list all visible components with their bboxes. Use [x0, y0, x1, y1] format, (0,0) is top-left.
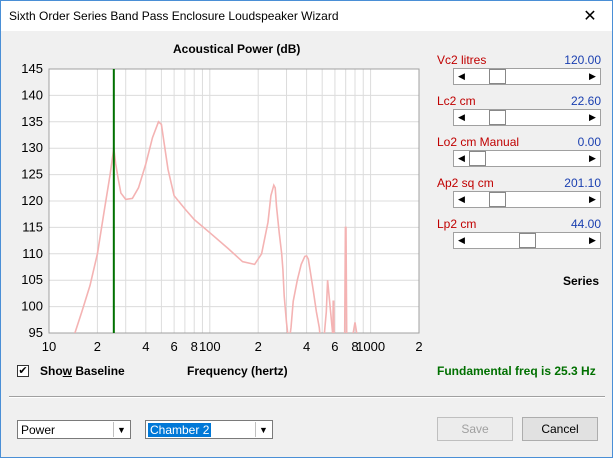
slider-value: 22.60: [570, 94, 601, 108]
chevron-down-icon[interactable]: ▼: [113, 422, 129, 437]
scroll-left-icon[interactable]: ◀: [454, 151, 469, 166]
x-tick-label: 6: [331, 339, 338, 354]
chamber-select[interactable]: Chamber 2 ▼: [145, 420, 273, 439]
x-tick-label: 2: [415, 339, 422, 354]
slider-thumb[interactable]: [518, 233, 536, 248]
x-tick-label: 2: [94, 339, 101, 354]
show-baseline-accelerator: w: [62, 364, 73, 378]
y-tick-label: 135: [21, 114, 43, 129]
slider-scrollbar[interactable]: ◀ ▶: [453, 150, 601, 167]
slider-value: 120.00: [564, 53, 601, 67]
x-tick-label: 4: [303, 339, 310, 354]
scroll-right-icon[interactable]: ▶: [585, 233, 600, 248]
slider-thumb[interactable]: [488, 110, 506, 125]
y-tick-label: 125: [21, 167, 43, 182]
y-tick-label: 110: [22, 246, 43, 261]
acoustical-power-chart: 9510010511011512012513013514014510 2 4 6 8 10…: [21, 61, 422, 354]
y-tick-label: 95: [29, 325, 43, 340]
slider-thumb[interactable]: [488, 69, 506, 84]
slider-2: Lo2 cm Manual 0.00 ◀ ▶: [437, 135, 601, 175]
x-axis-title: Frequency (hertz): [187, 364, 288, 378]
slider-0: Vc2 litres 120.00 ◀ ▶: [437, 53, 601, 93]
chevron-down-icon[interactable]: ▼: [255, 422, 271, 437]
mode-select[interactable]: Power ▼: [17, 420, 131, 439]
slider-thumb[interactable]: [469, 151, 486, 166]
slider-label: Vc2 litres: [437, 53, 487, 67]
mode-select-value: Power: [21, 423, 56, 437]
slider-scrollbar[interactable]: ◀ ▶: [453, 68, 601, 85]
slider-label: Lo2 cm Manual: [437, 135, 520, 149]
scroll-left-icon[interactable]: ◀: [454, 69, 469, 84]
show-baseline-label[interactable]: Show Baseline: [40, 364, 125, 378]
fundamental-frequency-text: Fundamental freq is 25.3 Hz: [437, 364, 596, 378]
slider-value: 44.00: [570, 217, 601, 231]
window-title: Sixth Order Series Band Pass Enclosure L…: [9, 9, 339, 23]
slider-4: Lp2 cm 44.00 ◀ ▶: [437, 217, 601, 257]
y-tick-label: 130: [21, 140, 43, 155]
scroll-right-icon[interactable]: ▶: [585, 110, 600, 125]
y-tick-label: 145: [21, 61, 43, 76]
x-tick-label: 6: [171, 339, 178, 354]
scroll-left-icon[interactable]: ◀: [454, 233, 469, 248]
title-bar: Sixth Order Series Band Pass Enclosure L…: [1, 1, 612, 31]
slider-value: 201.10: [564, 176, 601, 190]
y-tick-label: 100: [21, 299, 43, 314]
series-label: Series: [563, 274, 600, 288]
x-tick-label: 100: [199, 339, 221, 354]
cancel-button[interactable]: Cancel: [522, 417, 598, 441]
slider-1: Lc2 cm 22.60 ◀ ▶: [437, 94, 601, 134]
slider-label: Lc2 cm: [437, 94, 476, 108]
slider-label: Ap2 sq cm: [437, 176, 494, 190]
slider-3: Ap2 sq cm 201.10 ◀ ▶: [437, 176, 601, 216]
slider-scrollbar[interactable]: ◀ ▶: [453, 109, 601, 126]
y-tick-label: 140: [21, 87, 43, 102]
x-tick-label: 2: [255, 339, 262, 354]
x-tick-label: 8: [191, 339, 198, 354]
scroll-right-icon[interactable]: ▶: [585, 151, 600, 166]
slider-label: Lp2 cm: [437, 217, 477, 231]
x-tick-label: 1000: [356, 339, 385, 354]
wizard-window: Sixth Order Series Band Pass Enclosure L…: [0, 0, 613, 458]
slider-scrollbar[interactable]: ◀ ▶: [453, 232, 601, 249]
show-baseline-checkbox[interactable]: ✔: [17, 365, 29, 377]
x-tick-label: 4: [142, 339, 149, 354]
scroll-right-icon[interactable]: ▶: [585, 69, 600, 84]
slider-thumb[interactable]: [488, 192, 506, 207]
y-tick-label: 105: [21, 272, 43, 287]
separator: [9, 396, 605, 398]
chart-title: Acoustical Power (dB): [173, 42, 301, 56]
close-icon[interactable]: ✕: [568, 1, 612, 31]
save-button[interactable]: Save: [437, 417, 513, 441]
y-tick-label: 120: [21, 193, 43, 208]
scroll-left-icon[interactable]: ◀: [454, 192, 469, 207]
scroll-left-icon[interactable]: ◀: [454, 110, 469, 125]
x-tick-label: 10: [42, 339, 56, 354]
slider-scrollbar[interactable]: ◀ ▶: [453, 191, 601, 208]
scroll-right-icon[interactable]: ▶: [585, 192, 600, 207]
chamber-select-value: Chamber 2: [148, 423, 212, 437]
slider-value: 0.00: [577, 135, 601, 149]
y-tick-label: 115: [22, 219, 43, 234]
